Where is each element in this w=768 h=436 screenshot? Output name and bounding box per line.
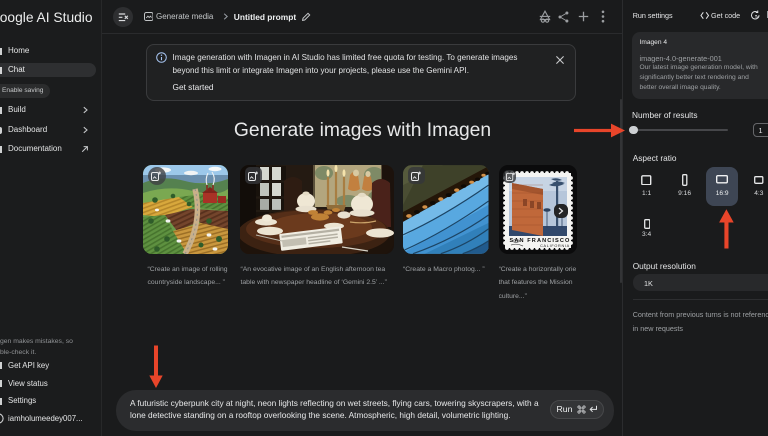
svg-text:SAN FRANCISCO: SAN FRANCISCO [509, 238, 570, 244]
svg-text:CALIFORNIA: CALIFORNIA [540, 244, 570, 248]
